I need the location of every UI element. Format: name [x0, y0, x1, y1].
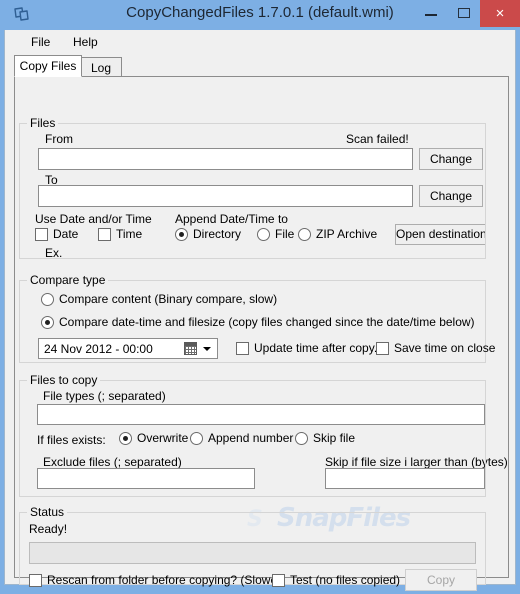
minimize-button[interactable] — [416, 0, 446, 27]
menu-bar: File Help — [5, 30, 515, 54]
status-group-title: Status — [27, 505, 68, 519]
files-to-copy-group: Files to copy — [19, 373, 486, 497]
files-group: Files — [19, 116, 486, 259]
tab-copy-files[interactable]: Copy Files — [14, 55, 82, 77]
maximize-icon — [458, 8, 470, 18]
menu-item-help[interactable]: Help — [65, 33, 106, 51]
compare-date-value: 24 Nov 2012 - 00:00 — [44, 342, 153, 356]
tab-strip: Log Copy Files — [14, 55, 509, 77]
checkbox-update-time-box — [236, 342, 249, 355]
checkbox-update-time-label: Update time after copy. — [254, 341, 378, 355]
chevron-down-icon — [203, 347, 211, 351]
files-group-title: Files — [27, 116, 59, 130]
compare-date-picker[interactable]: 24 Nov 2012 - 00:00 — [38, 338, 218, 359]
checkbox-rescan-label: Rescan from folder before copying? (Slow… — [47, 573, 286, 587]
minimize-icon — [425, 14, 437, 16]
title-bar: CopyChangedFiles 1.7.0.1 (default.wmi) × — [0, 0, 520, 30]
checkbox-test-label: Test (no files copied) — [290, 573, 401, 587]
progress-bar — [29, 542, 476, 564]
compare-type-group-title: Compare type — [27, 273, 109, 287]
calendar-icon — [184, 342, 197, 355]
checkbox-rescan-box — [29, 574, 42, 587]
checkbox-test-box — [272, 574, 285, 587]
maximize-button[interactable] — [449, 0, 479, 27]
client-area: File Help Log Copy Files S SnapFiles Fil… — [4, 30, 516, 591]
close-button[interactable]: × — [480, 0, 520, 27]
status-text: Ready! — [29, 522, 68, 536]
checkbox-save-time-label: Save time on close — [394, 341, 496, 355]
tab-log[interactable]: Log — [80, 57, 122, 77]
files-to-copy-group-title: Files to copy — [27, 373, 101, 387]
copy-button[interactable]: Copy — [405, 569, 477, 591]
checkbox-save-time-box — [376, 342, 389, 355]
menu-item-file[interactable]: File — [23, 33, 58, 51]
close-icon: × — [495, 5, 505, 22]
application-window: CopyChangedFiles 1.7.0.1 (default.wmi) ×… — [0, 0, 520, 594]
